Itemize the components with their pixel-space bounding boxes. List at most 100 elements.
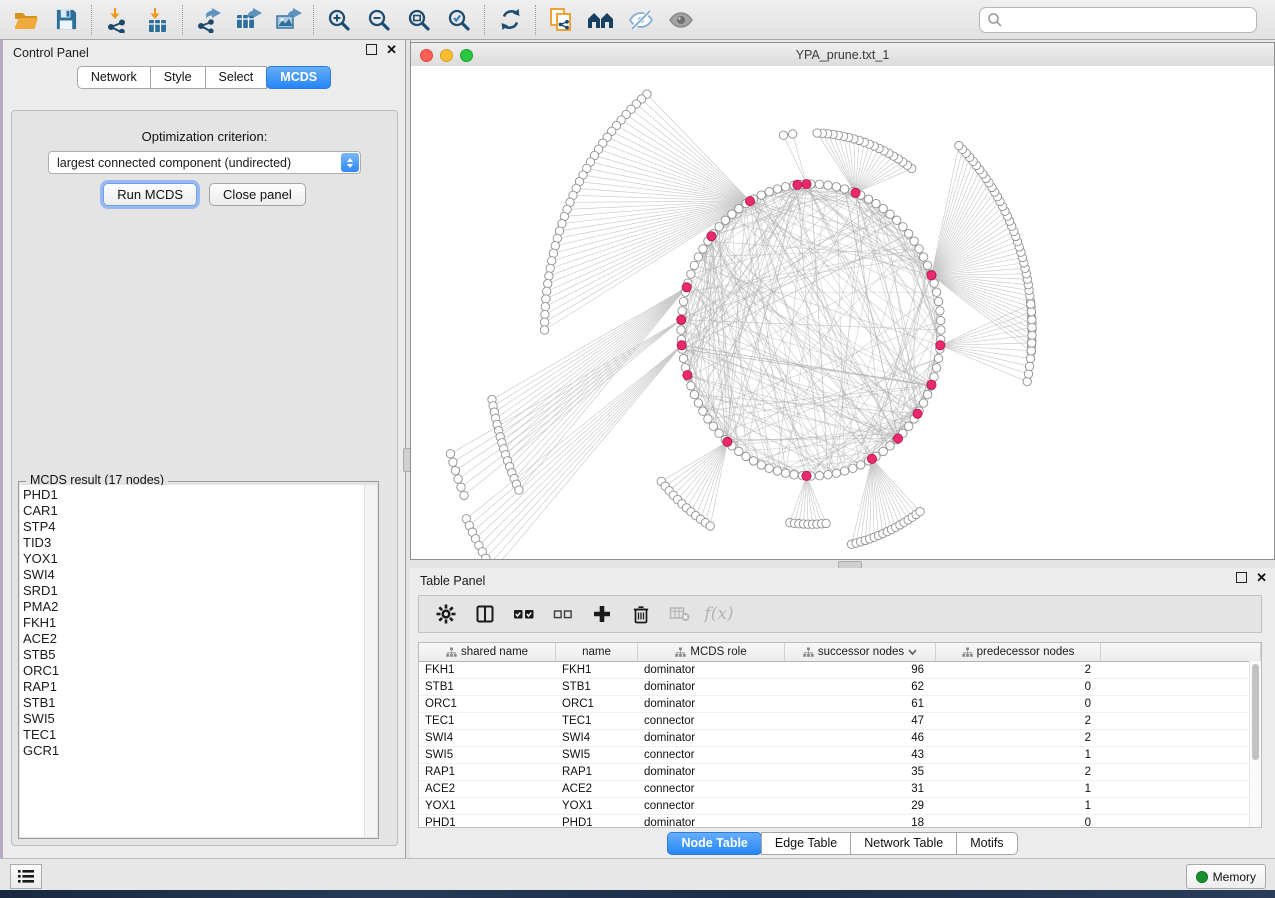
column-header-successor-nodes[interactable]: successor nodes [785, 643, 936, 661]
network-node[interactable] [937, 316, 945, 324]
table-row[interactable]: YOX1YOX1connector291 [419, 798, 1261, 815]
network-node[interactable] [832, 469, 840, 477]
network-node[interactable] [857, 461, 865, 469]
network-node[interactable] [515, 486, 523, 494]
window-minimize-icon[interactable] [440, 49, 453, 62]
mcds-result-item[interactable]: ACE2 [23, 631, 365, 647]
import-table-button[interactable] [137, 3, 177, 37]
network-graph[interactable] [411, 66, 1274, 559]
mcds-result-item[interactable]: CAR1 [23, 503, 365, 519]
network-node[interactable] [932, 288, 940, 296]
network-node[interactable] [460, 491, 468, 499]
network-node[interactable] [541, 303, 549, 311]
network-node[interactable] [543, 287, 551, 295]
network-node[interactable] [544, 279, 552, 287]
network-node[interactable] [1024, 370, 1032, 378]
network-node[interactable] [541, 310, 549, 318]
result-list-scrollbar[interactable] [364, 485, 377, 837]
column-header-MCDS-role[interactable]: MCDS role [638, 643, 785, 661]
tab-select[interactable]: Select [205, 66, 268, 89]
save-session-button[interactable] [46, 3, 86, 37]
delete-column-button[interactable] [626, 600, 656, 628]
network-node[interactable] [1027, 308, 1035, 316]
mcds-node[interactable] [802, 180, 811, 189]
mcds-result-item[interactable]: STP4 [23, 519, 365, 535]
network-node[interactable] [1023, 377, 1031, 385]
mcds-node[interactable] [677, 341, 686, 350]
network-node[interactable] [832, 183, 840, 191]
network-node[interactable] [540, 326, 548, 334]
network-node[interactable] [735, 204, 743, 212]
export-image-button[interactable] [268, 3, 308, 37]
column-header-name[interactable]: name [556, 643, 638, 661]
network-canvas[interactable] [411, 66, 1274, 559]
network-node[interactable] [899, 223, 907, 231]
network-node[interactable] [840, 185, 848, 193]
network-node[interactable] [781, 469, 789, 477]
network-node[interactable] [757, 191, 765, 199]
network-node[interactable] [919, 253, 927, 261]
export-network-button[interactable] [188, 3, 228, 37]
mcds-node[interactable] [927, 380, 936, 389]
network-node[interactable] [934, 297, 942, 305]
show-all-button[interactable] [661, 3, 701, 37]
import-network-button[interactable] [97, 3, 137, 37]
network-node[interactable] [1028, 339, 1036, 347]
float-panel-icon[interactable] [1236, 572, 1247, 583]
network-node[interactable] [893, 216, 901, 224]
mcds-node[interactable] [745, 197, 754, 206]
network-node[interactable] [549, 249, 557, 257]
horizontal-splitter[interactable] [410, 560, 1275, 568]
network-node[interactable] [542, 295, 550, 303]
network-node[interactable] [735, 447, 743, 455]
network-node[interactable] [919, 399, 927, 407]
network-node[interactable] [690, 390, 698, 398]
scrollbar-thumb[interactable] [1252, 664, 1259, 760]
network-node[interactable] [905, 230, 913, 238]
network-node[interactable] [699, 245, 707, 253]
close-panel-icon[interactable]: ✕ [386, 45, 397, 54]
mcds-result-item[interactable]: STB5 [23, 647, 365, 663]
memory-button[interactable]: Memory [1186, 864, 1266, 889]
network-node[interactable] [916, 507, 924, 515]
mcds-result-item[interactable]: TEC1 [23, 727, 365, 743]
mcds-result-item[interactable]: PHD1 [23, 487, 365, 503]
mcds-node[interactable] [936, 341, 945, 350]
network-node[interactable] [749, 457, 757, 465]
network-node[interactable] [923, 390, 931, 398]
network-node[interactable] [1028, 323, 1036, 331]
network-node[interactable] [482, 554, 490, 559]
network-node[interactable] [1027, 347, 1035, 355]
mcds-node[interactable] [893, 434, 902, 443]
tab-style[interactable]: Style [150, 66, 206, 89]
network-node[interactable] [773, 467, 781, 475]
network-node[interactable] [679, 354, 687, 362]
mcds-node[interactable] [913, 409, 922, 418]
mcds-node[interactable] [851, 188, 860, 197]
network-node[interactable] [789, 130, 797, 138]
mcds-node[interactable] [927, 271, 936, 280]
add-column-button[interactable] [587, 600, 617, 628]
tab-node-table[interactable]: Node Table [667, 832, 761, 855]
network-node[interactable] [815, 180, 823, 188]
tab-mcds[interactable]: MCDS [266, 66, 331, 89]
network-node[interactable] [879, 447, 887, 455]
network-node[interactable] [706, 522, 714, 530]
table-settings-button[interactable] [431, 600, 461, 628]
network-node[interactable] [757, 461, 765, 469]
network-node[interactable] [742, 452, 750, 460]
network-node[interactable] [548, 257, 556, 265]
network-node[interactable] [773, 185, 781, 193]
column-header-predecessor-nodes[interactable]: predecessor nodes [936, 643, 1101, 661]
network-node[interactable] [886, 210, 894, 218]
open-session-button[interactable] [6, 3, 46, 37]
mcds-result-item[interactable]: YOX1 [23, 551, 365, 567]
unselect-all-columns-button[interactable] [548, 600, 578, 628]
network-node[interactable] [699, 407, 707, 415]
network-node[interactable] [677, 326, 685, 334]
delete-table-button[interactable] [665, 600, 695, 628]
network-node[interactable] [694, 253, 702, 261]
mcds-result-item[interactable]: SRD1 [23, 583, 365, 599]
mcds-node[interactable] [867, 454, 876, 463]
mcds-node[interactable] [682, 283, 691, 292]
